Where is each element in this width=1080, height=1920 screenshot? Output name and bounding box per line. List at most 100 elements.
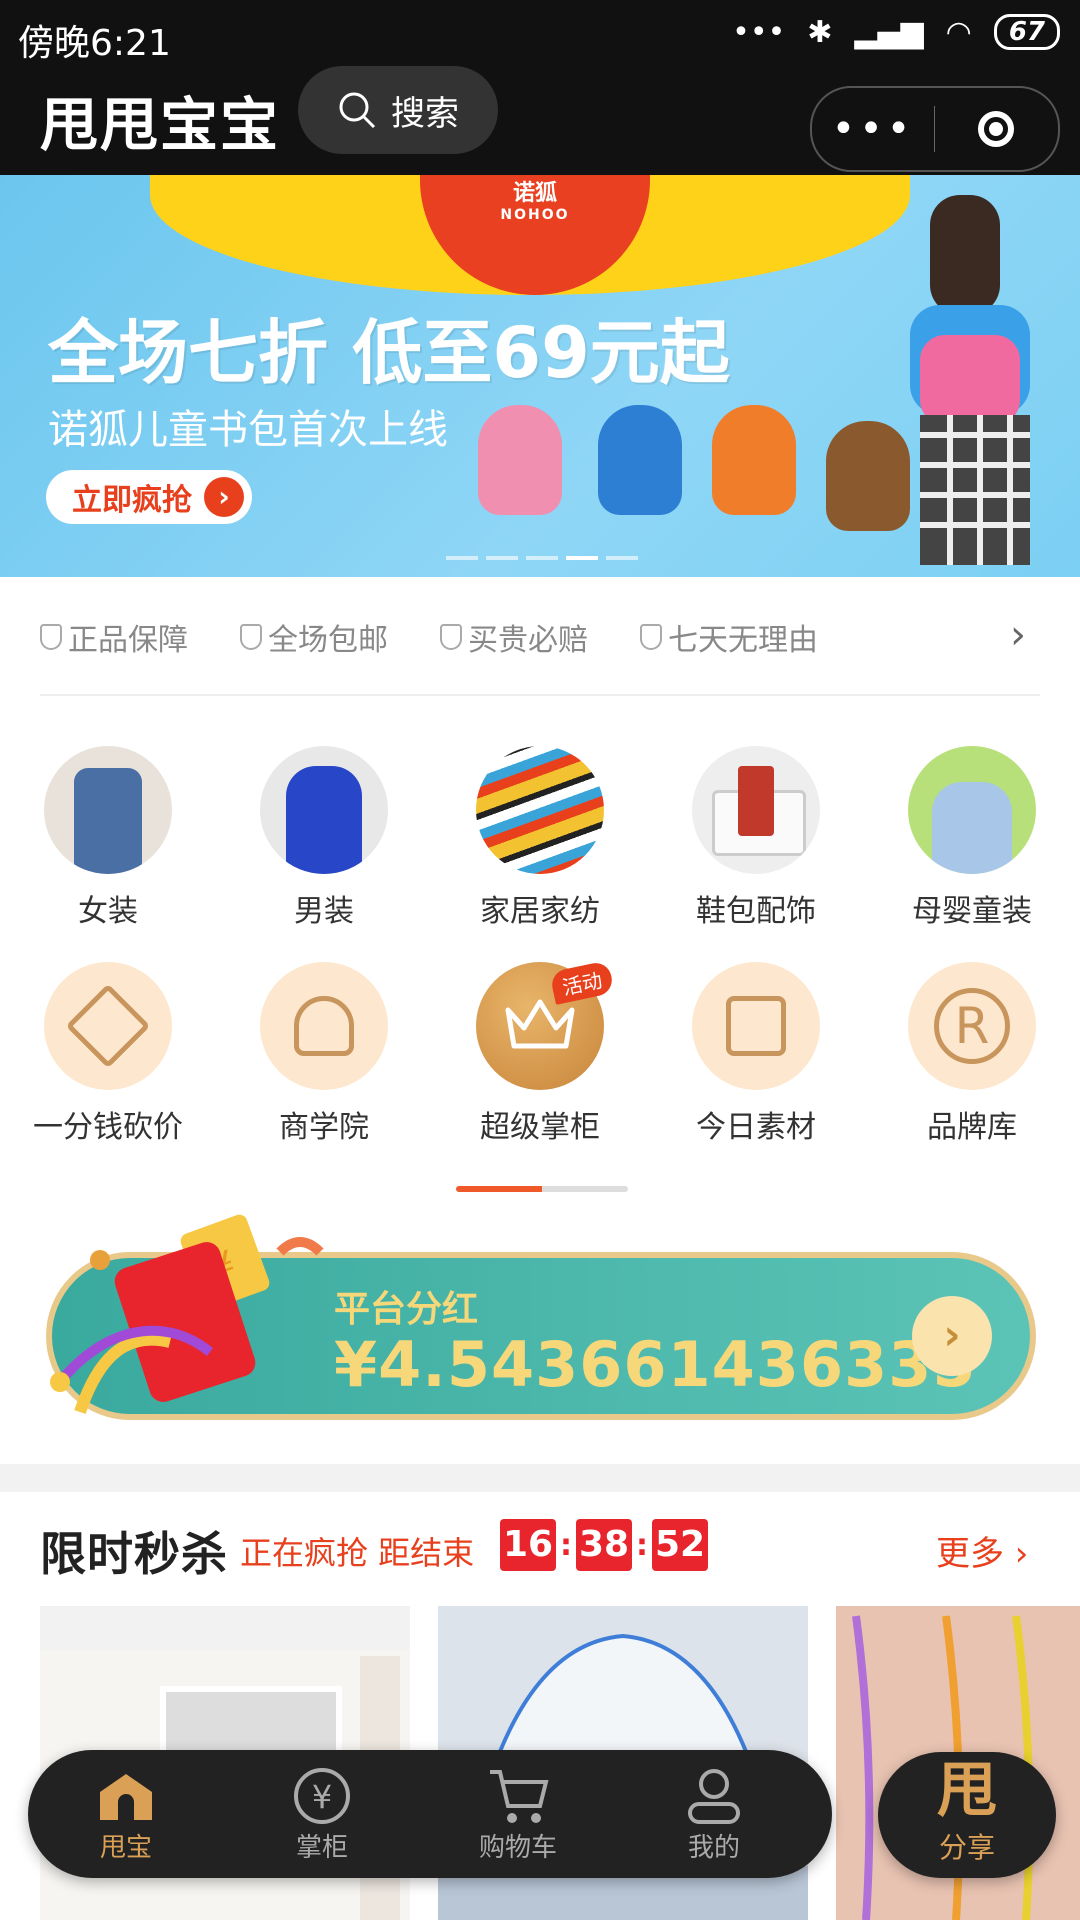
countdown-seconds: 52 bbox=[652, 1519, 708, 1571]
share-button[interactable]: 甩 分享 bbox=[878, 1752, 1056, 1878]
pagination-dot bbox=[606, 556, 638, 560]
tool-label: 一分钱砍价 bbox=[33, 1110, 183, 1145]
more-link[interactable]: 更多 › bbox=[936, 1526, 1028, 1575]
banner-cta-label: 立即疯抢 bbox=[72, 483, 192, 518]
record-icon bbox=[978, 111, 1014, 147]
countdown-minutes: 38 bbox=[576, 1519, 632, 1571]
baby-clothes-image bbox=[908, 746, 1036, 874]
dividend-amount: ¥4.543661436335 bbox=[334, 1328, 977, 1401]
divider bbox=[40, 694, 1040, 696]
banner-cta-button[interactable]: 立即疯抢 › bbox=[46, 470, 252, 524]
handbag-image bbox=[692, 746, 820, 874]
image-icon bbox=[726, 996, 786, 1056]
tab-label: 购物车 bbox=[478, 1832, 557, 1863]
guarantee-label: 七天无理由 bbox=[668, 623, 818, 658]
guarantee-item: 七天无理由 bbox=[640, 615, 818, 659]
tool-daily-materials[interactable]: 今日素材 bbox=[668, 962, 844, 1146]
user-star-icon bbox=[294, 996, 354, 1056]
tool-label: 品牌库 bbox=[927, 1110, 1017, 1145]
guarantee-item: 全场包邮 bbox=[240, 615, 388, 659]
guarantee-label: 买贵必赔 bbox=[468, 623, 588, 658]
share-logo-icon: 甩 bbox=[937, 1756, 997, 1826]
circle-bg bbox=[44, 962, 172, 1090]
guarantee-label: 全场包邮 bbox=[268, 623, 388, 658]
shield-icon bbox=[440, 624, 462, 650]
app-logo[interactable]: 甩甩宝宝 bbox=[40, 78, 280, 162]
countdown-separator: : bbox=[560, 1527, 572, 1563]
shield-icon bbox=[640, 624, 662, 650]
bottom-tab-bar: 甩宝 ¥ 掌柜 购物车 我的 bbox=[28, 1750, 832, 1878]
tool-brand-library[interactable]: R 品牌库 bbox=[884, 962, 1060, 1146]
price-tag-icon bbox=[65, 983, 151, 1069]
shield-icon bbox=[240, 624, 262, 650]
backpack-image bbox=[712, 405, 796, 515]
pagination-dot bbox=[446, 556, 478, 560]
category-womens[interactable]: 女装 bbox=[20, 746, 196, 930]
countdown-separator: : bbox=[636, 1527, 648, 1563]
bluetooth-icon: ✱ bbox=[807, 14, 833, 50]
banner-subtitle: 诺狐儿童书包首次上线 bbox=[48, 407, 448, 453]
shield-icon bbox=[40, 624, 62, 650]
category-mens[interactable]: 男装 bbox=[236, 746, 412, 930]
pagination-dot bbox=[486, 556, 518, 560]
cart-icon bbox=[420, 1765, 616, 1827]
chevron-right-icon[interactable]: › bbox=[912, 1296, 992, 1376]
dividend-label: 平台分红 bbox=[334, 1289, 479, 1330]
search-label: 搜索 bbox=[391, 93, 459, 134]
flash-sale-title: 限时秒杀 bbox=[40, 1527, 228, 1581]
search-button[interactable]: 搜索 bbox=[298, 66, 498, 154]
tool-academy[interactable]: 商学院 bbox=[236, 962, 412, 1146]
pagination-dot bbox=[526, 556, 558, 560]
more-options-button[interactable]: ••• bbox=[812, 106, 934, 152]
user-icon bbox=[616, 1765, 812, 1827]
category-baby-kids[interactable]: 母婴童装 bbox=[884, 746, 1060, 930]
tab-home[interactable]: 甩宝 bbox=[28, 1765, 224, 1864]
close-mini-program-button[interactable] bbox=[935, 111, 1057, 147]
tab-label: 甩宝 bbox=[99, 1832, 152, 1863]
crown-icon bbox=[505, 999, 575, 1049]
yen-icon: ¥ bbox=[224, 1765, 420, 1827]
girl-photo bbox=[910, 195, 1030, 565]
home-icon bbox=[28, 1765, 224, 1827]
share-label: 分享 bbox=[938, 1831, 995, 1864]
flash-sale-status: 正在疯抢 距结束 bbox=[240, 1534, 475, 1572]
womens-coat-image bbox=[44, 746, 172, 874]
guarantee-item: 正品保障 bbox=[40, 615, 188, 659]
category-label: 家居家纺 bbox=[480, 894, 600, 929]
search-icon bbox=[339, 92, 376, 129]
circle-bg: R bbox=[908, 962, 1036, 1090]
category-label: 鞋包配饰 bbox=[696, 894, 816, 929]
tab-profile[interactable]: 我的 bbox=[616, 1765, 812, 1864]
chevron-right-icon[interactable]: › bbox=[1010, 612, 1026, 658]
tab-manager[interactable]: ¥ 掌柜 bbox=[224, 1765, 420, 1864]
battery-icon: 67 bbox=[993, 14, 1060, 50]
guarantee-item: 买贵必赔 bbox=[440, 615, 588, 659]
guarantee-label: 正品保障 bbox=[68, 623, 188, 658]
tool-bargain[interactable]: 一分钱砍价 bbox=[20, 962, 196, 1146]
banner-headline: 全场七折 低至69元起 bbox=[48, 312, 730, 394]
countdown-hours: 16 bbox=[500, 1519, 556, 1571]
tab-cart[interactable]: 购物车 bbox=[420, 1765, 616, 1864]
status-time: 傍晚6:21 bbox=[18, 23, 171, 64]
category-home-textiles[interactable]: 家居家纺 bbox=[452, 746, 628, 930]
banner-pagination bbox=[446, 556, 638, 560]
status-icons: ••• ✱ ▂▄▆ ◠ 67 bbox=[732, 14, 1060, 50]
wifi-icon: ◠ bbox=[945, 14, 972, 50]
tab-label: 掌柜 bbox=[295, 1832, 348, 1863]
tab-label: 我的 bbox=[687, 1832, 740, 1863]
cellular-signal-icon: ▂▄▆ bbox=[854, 14, 924, 50]
section-separator bbox=[0, 1464, 1080, 1492]
category-shoes-bags[interactable]: 鞋包配饰 bbox=[668, 746, 844, 930]
pagination-dot bbox=[566, 556, 598, 560]
mens-hoodie-image bbox=[260, 746, 388, 874]
signal-dots: ••• bbox=[732, 14, 786, 50]
registered-icon: R bbox=[934, 988, 1010, 1064]
promo-banner[interactable]: 诺狐 NOHOO 全场七折 低至69元起 诺狐儿童书包首次上线 立即疯抢 › bbox=[0, 175, 1080, 577]
tool-label: 今日素材 bbox=[696, 1110, 816, 1145]
grid-pager-fill bbox=[456, 1186, 542, 1192]
chevron-right-icon: › bbox=[204, 477, 244, 517]
more-label: 更多 bbox=[936, 1534, 1004, 1574]
service-guarantees: 正品保障 全场包邮 买贵必赔 七天无理由 bbox=[40, 612, 1040, 662]
tool-label: 商学院 bbox=[279, 1110, 369, 1145]
bedding-image bbox=[476, 746, 604, 874]
